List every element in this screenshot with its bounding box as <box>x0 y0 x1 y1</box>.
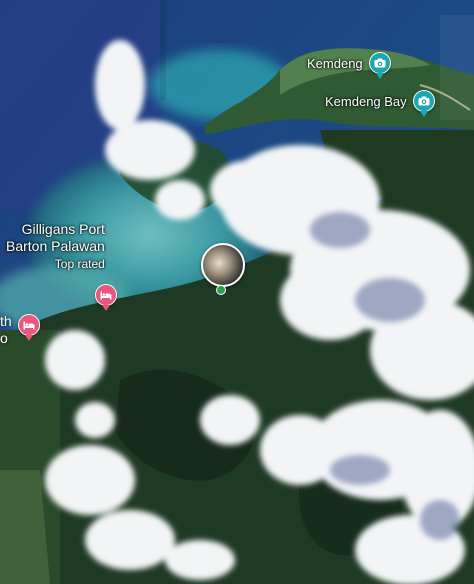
hotel-badge: Top rated <box>54 257 105 271</box>
poi-kemdeng-bay-label: Kemdeng Bay <box>325 93 407 109</box>
satellite-map[interactable] <box>0 0 474 584</box>
hotel-name-line2: Barton Palawan <box>6 238 105 254</box>
photo-marker-dot <box>216 285 226 295</box>
poi-kemdeng-label: Kemdeng <box>307 55 363 71</box>
partial-hotel-label[interactable]: th o <box>0 313 12 347</box>
poi-kemdeng[interactable]: Kemdeng <box>307 52 391 79</box>
bed-icon[interactable] <box>95 284 117 311</box>
camera-icon <box>412 90 435 117</box>
camera-icon <box>368 52 391 79</box>
poi-kemdeng-bay[interactable]: Kemdeng Bay <box>325 90 435 117</box>
hotel-name-line1: Gilligans Port <box>21 221 105 237</box>
hotel-label[interactable]: Gilligans Port Barton Palawan Top rated <box>6 221 105 271</box>
partial-hotel-line2: o <box>0 330 8 346</box>
bed-icon[interactable] <box>18 314 40 341</box>
partial-hotel-line1: th <box>0 313 12 329</box>
user-photo-marker[interactable] <box>201 243 245 287</box>
